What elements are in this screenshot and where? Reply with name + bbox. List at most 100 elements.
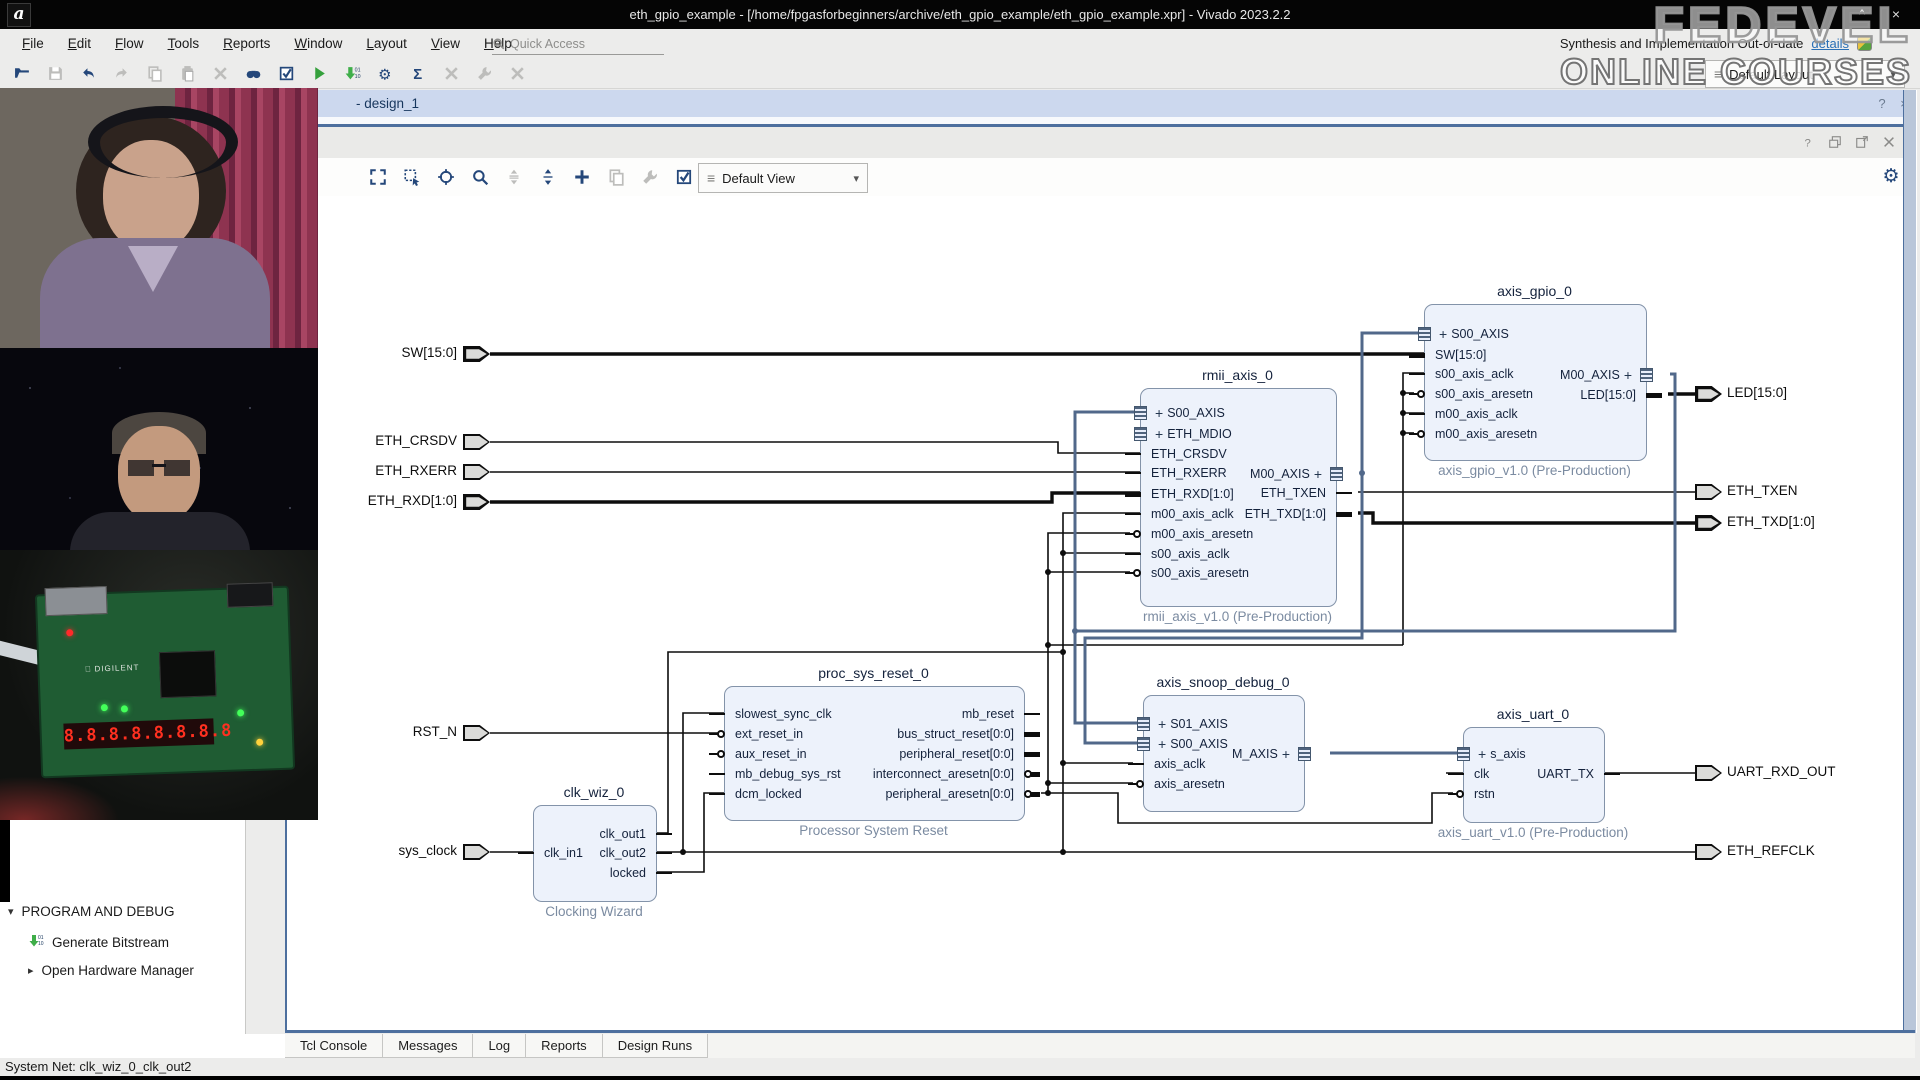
quick-access-search[interactable]: Quick Access <box>492 33 664 55</box>
port-peripheral-aresetn-0-0-[interactable]: peripheral_aresetn[0:0] <box>885 784 1014 804</box>
port-sw-15-0-[interactable]: SW[15:0] <box>1435 345 1486 365</box>
port-clk[interactable]: clk <box>1474 764 1489 784</box>
tab-reports[interactable]: Reports <box>526 1034 603 1058</box>
details-link[interactable]: details <box>1811 36 1849 51</box>
port-mb-reset[interactable]: mb_reset <box>962 704 1014 724</box>
port-bus-struct-reset-0-0-[interactable]: bus_struct_reset[0:0] <box>897 724 1014 744</box>
panel-close-icon[interactable] <box>1880 133 1898 151</box>
port-eth-crsdv[interactable]: ETH_CRSDV <box>1151 444 1227 464</box>
port-m00-axis[interactable]: M00_AXIS+ <box>1560 365 1636 385</box>
expand-plus-icon[interactable]: + <box>1314 466 1322 482</box>
tab-design-runs[interactable]: Design Runs <box>603 1034 708 1058</box>
right-scroll-area[interactable] <box>1903 90 1916 1033</box>
block-proc_sys_reset_0[interactable]: slowest_sync_clkext_reset_inaux_reset_in… <box>724 686 1025 821</box>
run-icon[interactable] <box>307 61 331 85</box>
panel-float-icon[interactable] <box>1826 133 1844 151</box>
port-m00-axis[interactable]: M00_AXIS+ <box>1250 464 1326 484</box>
block-axis_uart_0[interactable]: +s_axisclkrstn UART_TX <box>1463 727 1605 823</box>
menu-item-view[interactable]: View <box>419 29 472 58</box>
restore-window-icon[interactable]: ^ <box>1850 4 1874 24</box>
search-icon[interactable] <box>467 164 493 190</box>
generate-bitstream-icon[interactable]: 0110 <box>340 61 364 85</box>
port-axis-aclk[interactable]: axis_aclk <box>1154 754 1205 774</box>
program-and-debug-section[interactable]: ▾ PROGRAM AND DEBUG <box>8 904 175 919</box>
add-ip-icon[interactable] <box>569 164 595 190</box>
port-s00-axis[interactable]: +S00_AXIS <box>1154 734 1228 754</box>
expand-plus-icon[interactable]: + <box>1155 405 1163 421</box>
panel-help-icon[interactable]: ? <box>1799 133 1817 151</box>
port-s00-axis-aclk[interactable]: s00_axis_aclk <box>1435 364 1514 384</box>
open-project-icon[interactable] <box>10 61 34 85</box>
port-ext-reset-in[interactable]: ext_reset_in <box>735 724 803 744</box>
block-axis_snoop_debug_0[interactable]: +S01_AXIS+S00_AXISaxis_aclkaxis_aresetn M… <box>1143 695 1305 812</box>
port-m00-axis-aresetn[interactable]: m00_axis_aresetn <box>1435 424 1537 444</box>
menu-item-tools[interactable]: Tools <box>156 29 212 58</box>
port-s00-axis[interactable]: +S00_AXIS <box>1435 324 1509 344</box>
block-axis_gpio_0[interactable]: +S00_AXISSW[15:0]s00_axis_aclks00_axis_a… <box>1424 304 1647 461</box>
port-clk-out1[interactable]: clk_out1 <box>599 824 646 844</box>
menu-item-reports[interactable]: Reports <box>211 29 282 58</box>
port-clk-out2[interactable]: clk_out2 <box>599 843 646 863</box>
expand-plus-icon[interactable]: + <box>1439 326 1447 342</box>
port-dcm-locked[interactable]: dcm_locked <box>735 784 802 804</box>
port-s01-axis[interactable]: +S01_AXIS <box>1154 714 1228 734</box>
menu-item-flow[interactable]: Flow <box>103 29 156 58</box>
validate-design-icon[interactable] <box>671 164 697 190</box>
port-uart-tx[interactable]: UART_TX <box>1537 764 1594 784</box>
tab-log[interactable]: Log <box>473 1034 526 1058</box>
expand-plus-icon[interactable]: + <box>1478 746 1486 762</box>
port-eth-rxerr[interactable]: ETH_RXERR <box>1151 463 1227 483</box>
port-mb-debug-sys-rst[interactable]: mb_debug_sys_rst <box>735 764 841 784</box>
expand-plus-icon[interactable]: + <box>1282 746 1290 762</box>
block-clk_wiz_0[interactable]: clk_in1 clk_out1clk_out2locked <box>533 805 657 902</box>
find-icon[interactable] <box>241 61 265 85</box>
design-help-icon[interactable]: ? <box>1872 95 1892 113</box>
expand-plus-icon[interactable]: + <box>1155 426 1163 442</box>
report-utilization-icon[interactable]: Σ <box>406 61 430 85</box>
expand-plus-icon[interactable]: + <box>1158 716 1166 732</box>
port-rstn[interactable]: rstn <box>1474 784 1495 804</box>
port-m00-axis-aclk[interactable]: m00_axis_aclk <box>1151 504 1234 524</box>
tab-messages[interactable]: Messages <box>383 1034 473 1058</box>
port-s00-axis-aclk[interactable]: s00_axis_aclk <box>1151 544 1230 564</box>
layout-dropdown[interactable]: ≡ Default Layout ▾ <box>1705 60 1905 88</box>
view-dropdown[interactable]: ≡ Default View ▾ <box>698 163 868 193</box>
zoom-fit-icon[interactable] <box>365 164 391 190</box>
port-clk-in1[interactable]: clk_in1 <box>544 843 583 863</box>
zoom-selection-icon[interactable] <box>399 164 425 190</box>
port-eth-mdio[interactable]: +ETH_MDIO <box>1151 424 1232 444</box>
tab-tcl-console[interactable]: Tcl Console <box>285 1034 383 1058</box>
port-eth-txen[interactable]: ETH_TXEN <box>1261 483 1326 503</box>
port-led-15-0-[interactable]: LED[15:0] <box>1580 385 1636 405</box>
menu-item-window[interactable]: Window <box>282 29 354 58</box>
panel-maximize-icon[interactable] <box>1853 133 1871 151</box>
menu-item-layout[interactable]: Layout <box>354 29 419 58</box>
open-hardware-manager-item[interactable]: ▸ Open Hardware Manager <box>28 963 194 978</box>
port-eth-rxd-1-0-[interactable]: ETH_RXD[1:0] <box>1151 484 1234 504</box>
port-s00-axis[interactable]: +S00_AXIS <box>1151 403 1225 423</box>
port-interconnect-aresetn-0-0-[interactable]: interconnect_aresetn[0:0] <box>873 764 1014 784</box>
port-eth-txd-1-0-[interactable]: ETH_TXD[1:0] <box>1245 504 1326 524</box>
port-m-axis[interactable]: M_AXIS+ <box>1232 744 1294 764</box>
undo-icon[interactable] <box>76 61 100 85</box>
menu-item-file[interactable]: File <box>10 29 56 58</box>
block-rmii_axis_0[interactable]: +S00_AXIS+ETH_MDIOETH_CRSDVETH_RXERRETH_… <box>1140 388 1337 607</box>
port-axis-aresetn[interactable]: axis_aresetn <box>1154 774 1225 794</box>
port-aux-reset-in[interactable]: aux_reset_in <box>735 744 807 764</box>
port-s00-axis-aresetn[interactable]: s00_axis_aresetn <box>1435 384 1533 404</box>
port-m00-axis-aresetn[interactable]: m00_axis_aresetn <box>1151 524 1253 544</box>
generate-bitstream-item[interactable]: 0110 Generate Bitstream <box>28 933 169 952</box>
port-peripheral-reset-0-0-[interactable]: peripheral_reset[0:0] <box>899 744 1014 764</box>
expand-icon[interactable] <box>535 164 561 190</box>
design-tab-bar[interactable] <box>285 90 1915 117</box>
autofit-selection-icon[interactable] <box>433 164 459 190</box>
port-s00-axis-aresetn[interactable]: s00_axis_aresetn <box>1151 563 1249 583</box>
diagram-settings-gear-icon[interactable]: ⚙ <box>1878 163 1904 189</box>
expand-plus-icon[interactable]: + <box>1158 736 1166 752</box>
port-s-axis[interactable]: +s_axis <box>1474 744 1526 764</box>
port-slowest-sync-clk[interactable]: slowest_sync_clk <box>735 704 832 724</box>
close-window-icon[interactable]: × <box>1884 4 1908 24</box>
menu-item-edit[interactable]: Edit <box>56 29 103 58</box>
settings-icon[interactable]: ⚙ <box>373 61 397 85</box>
port-locked[interactable]: locked <box>610 863 646 883</box>
